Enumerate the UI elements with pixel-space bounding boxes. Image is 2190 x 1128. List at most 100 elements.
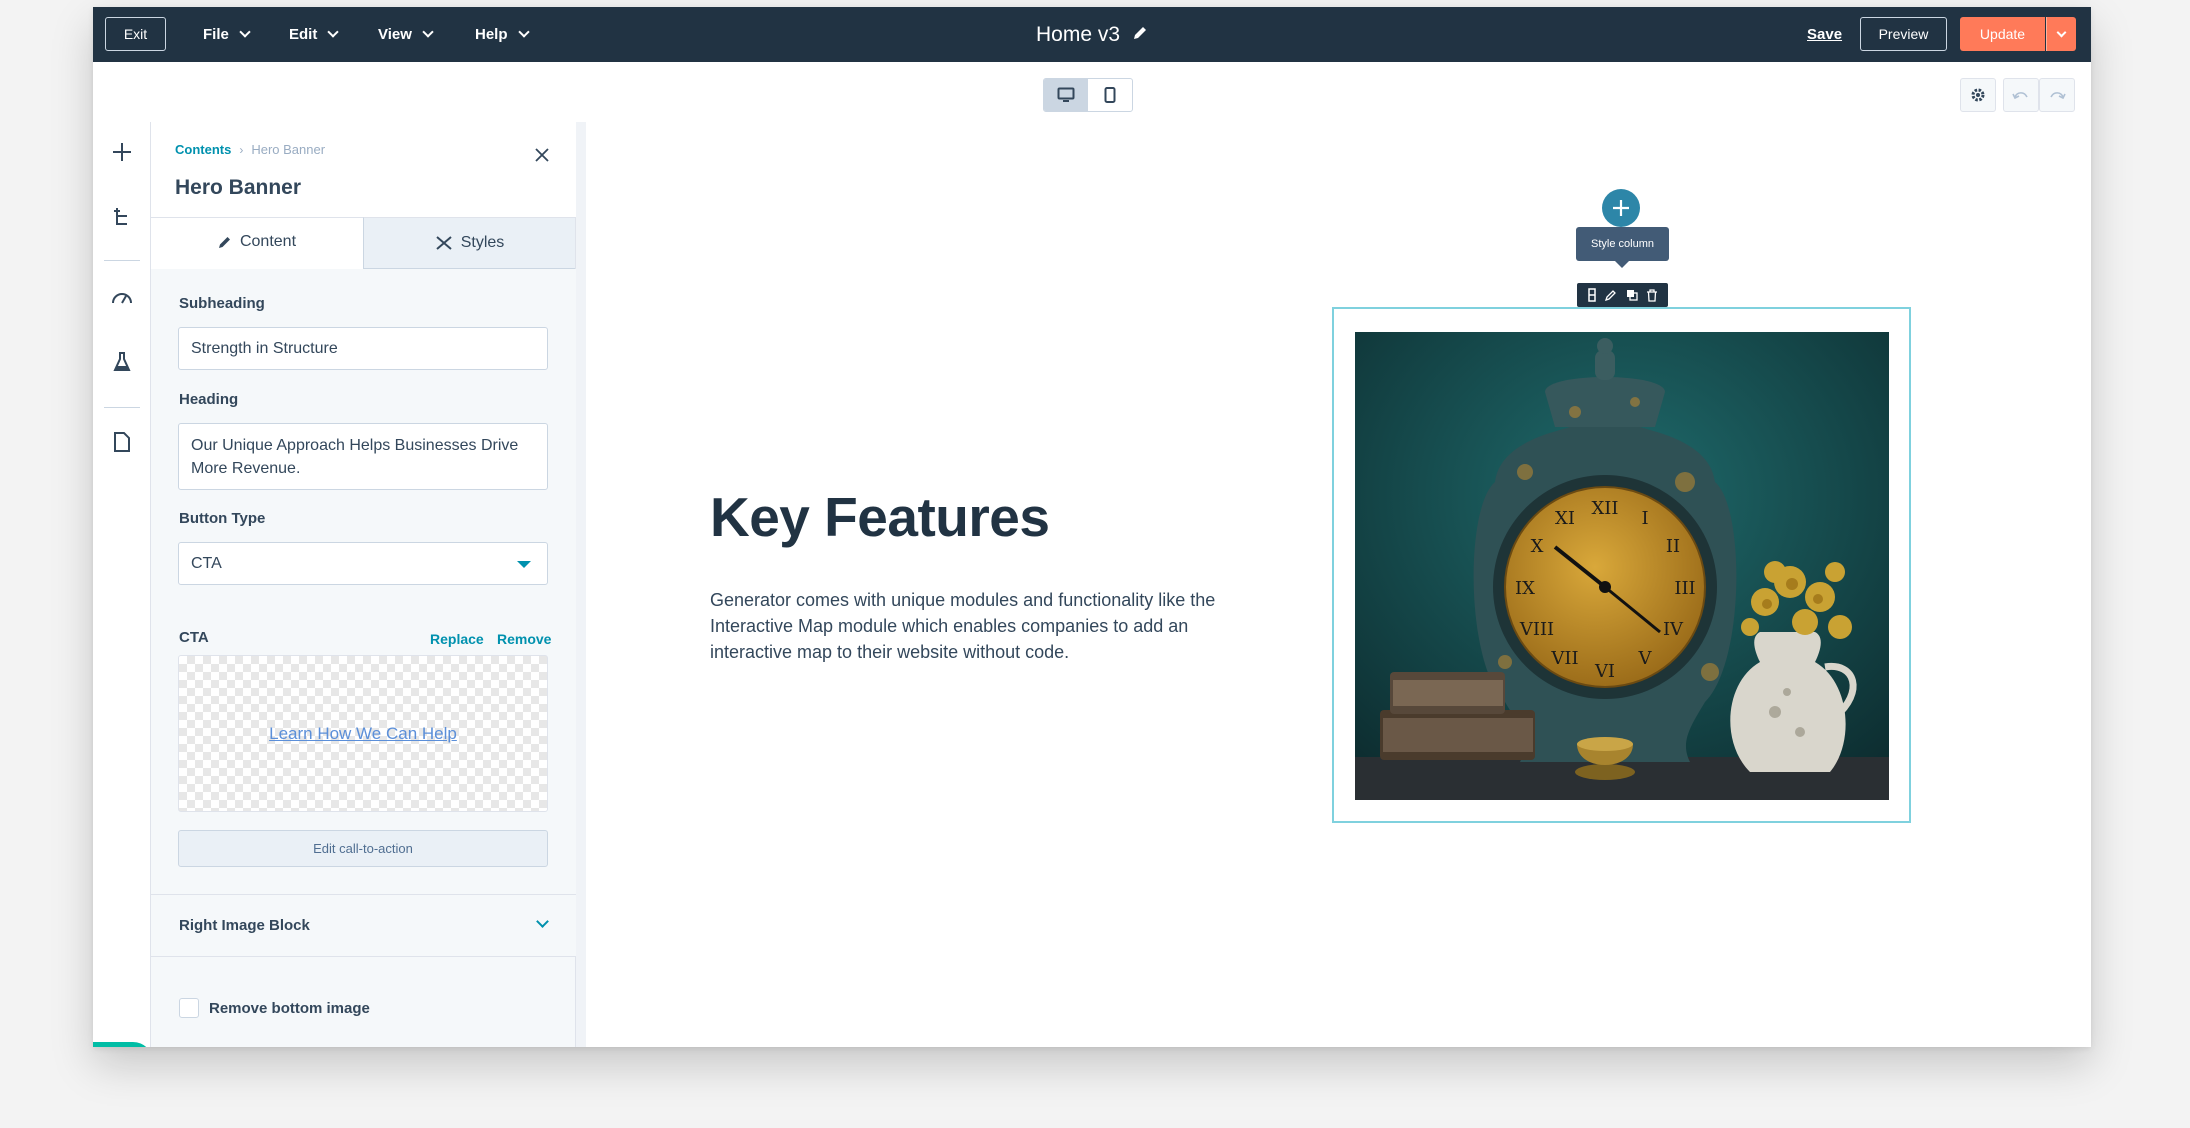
drag-handle-icon — [1588, 288, 1596, 302]
caret-down-icon — [517, 561, 531, 568]
undo-icon — [2012, 92, 2028, 100]
svg-text:IV: IV — [1663, 619, 1684, 640]
mobile-view-button[interactable] — [1088, 79, 1132, 111]
svg-text:X: X — [1531, 536, 1544, 557]
button-type-select[interactable]: CTA — [178, 542, 548, 585]
device-toggle — [1043, 78, 1133, 112]
svg-text:IX: IX — [1515, 578, 1535, 599]
left-rail — [93, 122, 153, 1047]
redo-icon — [2050, 92, 2066, 100]
rail-divider — [104, 407, 140, 408]
edit-cta-button[interactable]: Edit call-to-action — [178, 830, 548, 867]
pencil-icon[interactable] — [1132, 23, 1148, 47]
svg-text:VI: VI — [1594, 661, 1615, 682]
cta-remove-link[interactable]: Remove — [497, 631, 551, 647]
gear-icon — [1971, 88, 1985, 102]
tree-icon — [114, 208, 127, 225]
cta-preview-link[interactable]: Learn How We Can Help — [269, 724, 457, 744]
test-button[interactable] — [107, 347, 137, 377]
layout-tree-button[interactable] — [107, 202, 137, 232]
heading-input[interactable]: Our Unique Approach Helps Businesses Dri… — [178, 423, 548, 490]
style-column-tooltip: Style column — [1576, 227, 1669, 261]
desktop-icon — [1057, 87, 1075, 102]
menu-file-label: File — [203, 26, 229, 43]
hero-body-text[interactable]: Generator comes with unique modules and … — [710, 587, 1255, 665]
svg-text:V: V — [1638, 648, 1653, 669]
cta-preview: Learn How We Can Help — [178, 655, 548, 812]
panel-title: Hero Banner — [175, 176, 302, 199]
chevron-down-icon — [536, 915, 549, 928]
content-fields: Subheading Strength in Structure Heading… — [151, 269, 576, 894]
button-type-value: CTA — [191, 554, 222, 572]
svg-text:XII: XII — [1591, 498, 1618, 519]
sidebar-header: Contents › Hero Banner Hero Banner — [151, 122, 576, 217]
cta-replace-link[interactable]: Replace — [430, 631, 484, 647]
button-type-label: Button Type — [179, 510, 266, 527]
subheading-input[interactable]: Strength in Structure — [178, 327, 548, 370]
settings-button[interactable] — [1960, 78, 1996, 112]
redo-button[interactable] — [2039, 78, 2075, 112]
trash-icon — [1646, 288, 1657, 302]
svg-text:II: II — [1666, 536, 1680, 557]
breadcrumb-separator: › — [239, 142, 244, 157]
preview-button[interactable]: Preview — [1860, 17, 1947, 51]
plus-icon — [1613, 200, 1629, 216]
rail-divider — [104, 260, 140, 261]
tab-content[interactable]: Content — [151, 217, 363, 269]
optimize-button[interactable] — [107, 282, 137, 312]
gauge-icon — [112, 293, 132, 304]
chat-bubble[interactable] — [93, 1042, 153, 1047]
remove-bottom-image-checkbox[interactable] — [179, 998, 199, 1018]
close-icon — [535, 148, 549, 162]
undo-button[interactable] — [2003, 78, 2039, 112]
flask-icon — [113, 352, 131, 371]
menu-file[interactable]: File — [203, 7, 251, 62]
tab-styles[interactable]: Styles — [363, 217, 575, 269]
update-dropdown-button[interactable] — [2046, 17, 2076, 51]
desktop-view-button[interactable] — [1044, 79, 1088, 111]
menu-help[interactable]: Help — [475, 7, 530, 62]
svg-text:XI: XI — [1555, 508, 1575, 529]
chevron-down-icon — [239, 26, 251, 38]
tooltip-arrow — [1615, 261, 1629, 268]
right-image-block-section[interactable]: Right Image Block — [151, 894, 576, 957]
page-settings-button[interactable] — [107, 427, 137, 457]
module-sidebar: Contents › Hero Banner Hero Banner Conte… — [151, 122, 576, 1047]
editor-toolbar — [93, 62, 2091, 122]
exit-button[interactable]: Exit — [105, 17, 166, 51]
document-icon — [114, 432, 130, 452]
sidebar-tabs: Content Styles — [151, 217, 576, 269]
save-button[interactable]: Save — [1807, 7, 1842, 62]
add-module-button[interactable] — [107, 137, 137, 167]
plus-icon — [113, 143, 131, 161]
column-actions-bar — [1577, 283, 1668, 307]
breadcrumb-contents-link[interactable]: Contents — [175, 142, 231, 157]
svg-text:III: III — [1674, 578, 1695, 599]
subheading-label: Subheading — [179, 295, 265, 312]
menu-edit[interactable]: Edit — [289, 7, 340, 62]
breadcrumb: Contents › Hero Banner — [175, 142, 325, 157]
remove-bottom-image-option[interactable]: Remove bottom image — [179, 998, 370, 1018]
menu-help-label: Help — [475, 26, 508, 43]
svg-text:VIII: VIII — [1519, 619, 1554, 640]
breadcrumb-current: Hero Banner — [251, 142, 326, 157]
menu-edit-label: Edit — [289, 26, 318, 43]
clone-icon — [1626, 290, 1638, 301]
add-section-button[interactable] — [1602, 189, 1640, 227]
heading-label: Heading — [179, 391, 239, 408]
svg-text:VII: VII — [1550, 648, 1578, 669]
chevron-down-icon — [327, 26, 340, 38]
tab-content-label: Content — [239, 233, 297, 250]
mobile-icon — [1104, 87, 1116, 103]
svg-text:I: I — [1641, 508, 1648, 529]
clock-illustration: XII I II III IV V VI VII VIII IX X XI — [1355, 332, 1889, 800]
cta-label: CTA — [179, 629, 209, 646]
update-button[interactable]: Update — [1960, 17, 2045, 51]
pencil-icon — [218, 237, 230, 248]
chevron-down-icon — [517, 26, 530, 38]
top-bar: Exit File Edit View Help Home v3 Save Pr… — [93, 7, 2091, 62]
menu-view[interactable]: View — [378, 7, 434, 62]
close-panel-button[interactable] — [531, 144, 553, 166]
hero-heading[interactable]: Key Features — [710, 485, 1050, 549]
clock-image[interactable]: XII I II III IV V VI VII VIII IX X XI — [1355, 332, 1889, 800]
